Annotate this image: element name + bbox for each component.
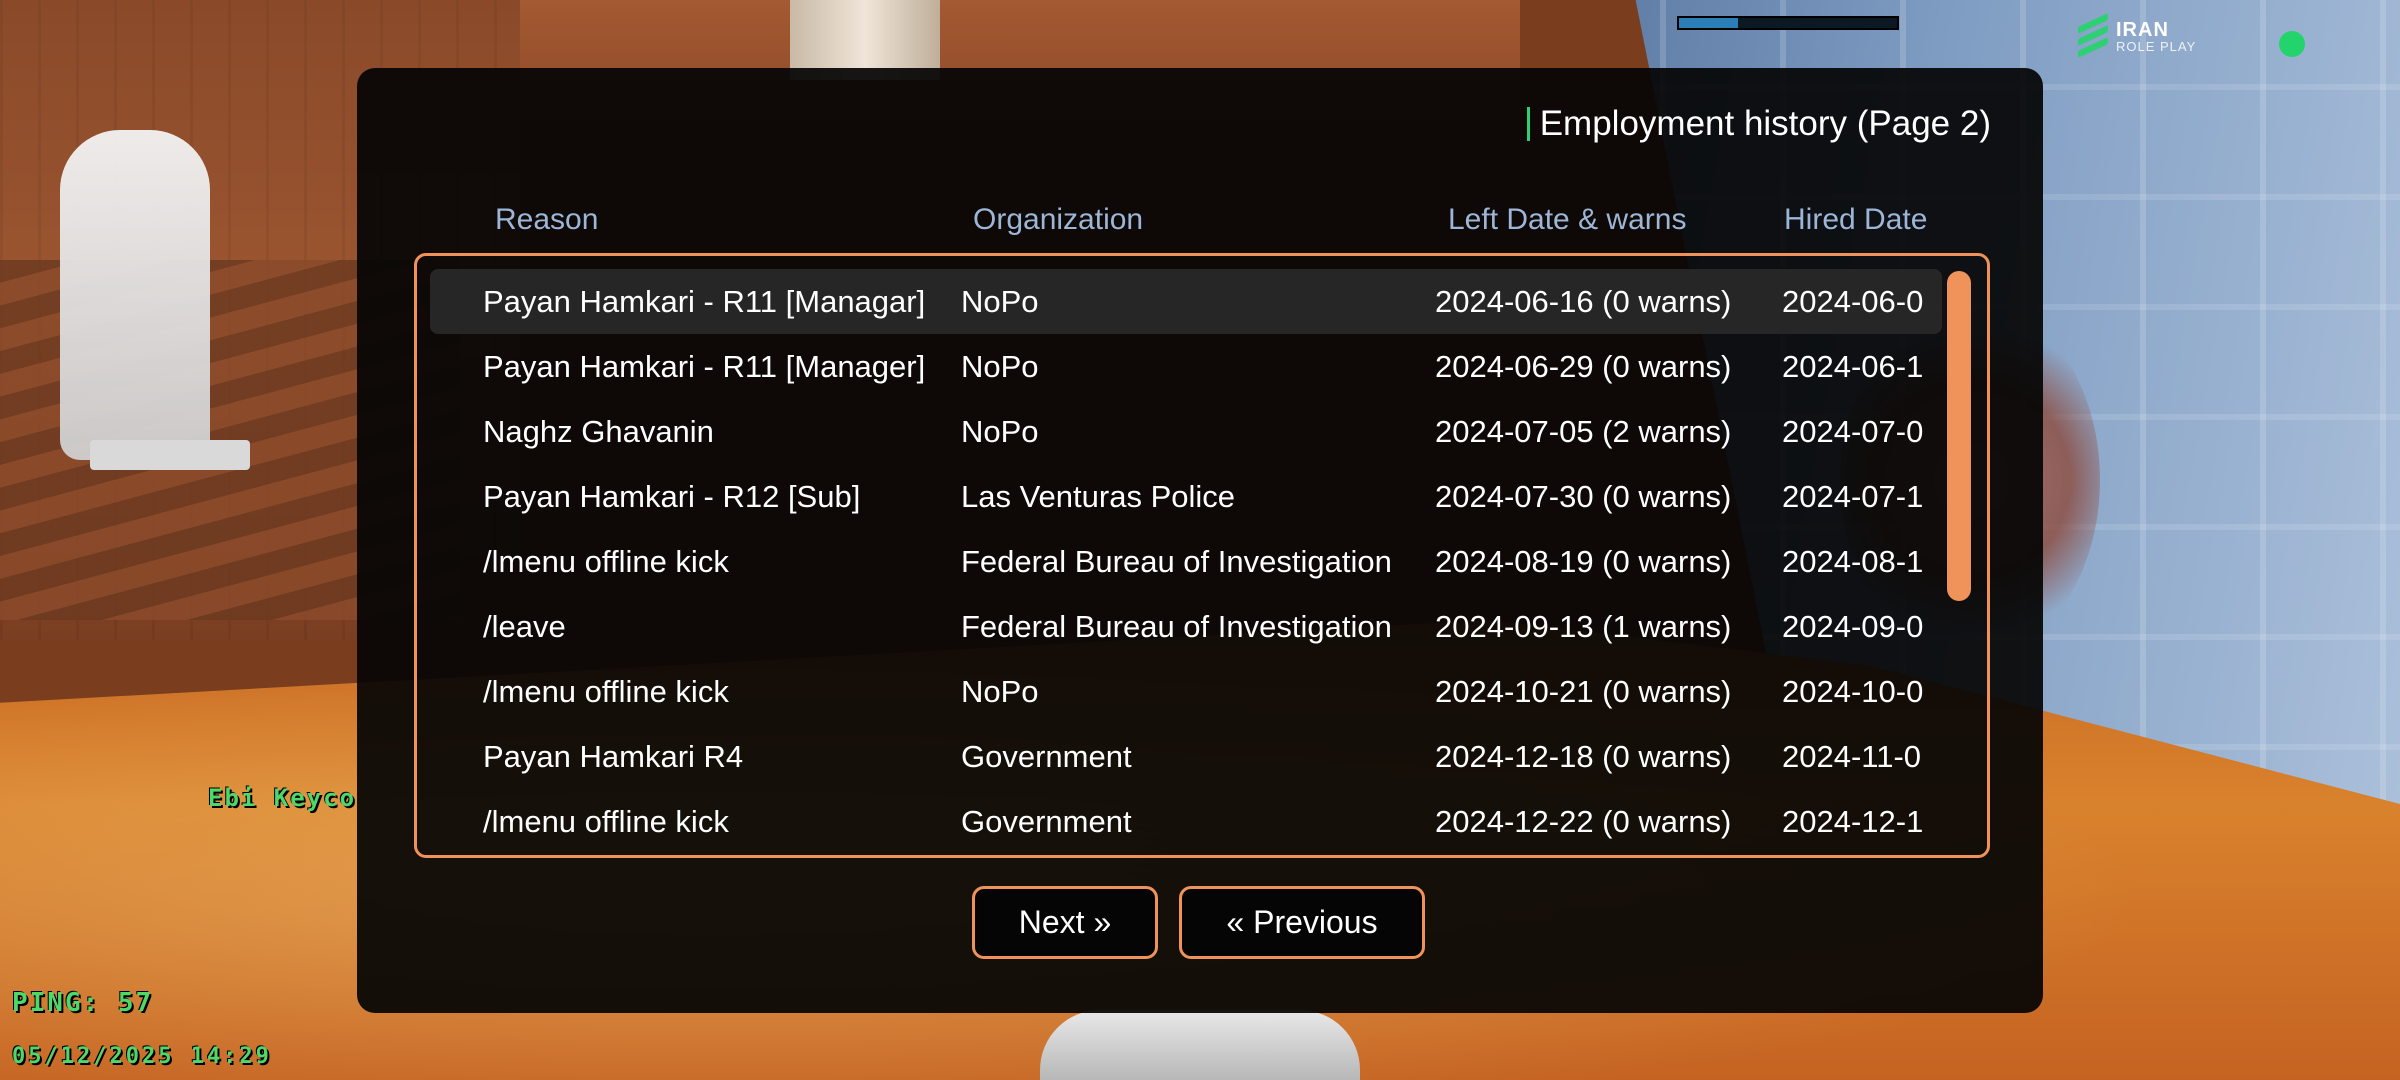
- cell-organization: Federal Bureau of Investigation: [961, 609, 1392, 644]
- logo-subtitle: ROLE PLAY: [2116, 38, 2197, 54]
- dialog-title: Employment history (Page 2): [1539, 104, 1991, 143]
- cell-reason: /leave: [483, 609, 566, 644]
- table-scrollbar[interactable]: [1947, 271, 1971, 601]
- cell-reason: Payan Hamkari R4: [483, 739, 744, 774]
- cell-reason: /lmenu offline kick: [483, 804, 729, 839]
- scene-statue: [60, 130, 210, 460]
- player-character: [1040, 1010, 1360, 1080]
- server-logo: IRAN ROLE PLAY: [2078, 13, 2197, 58]
- hud-progress-fill: [1679, 18, 1738, 28]
- cell-hired-date: 2024-12-1: [1782, 804, 1924, 839]
- ping-readout: PING: 57: [12, 988, 154, 1018]
- table-row[interactable]: Payan Hamkari - R11 [Managar] NoPo 2024-06…: [430, 269, 1942, 334]
- cell-hired-date: 2024-07-0: [1782, 414, 1924, 449]
- history-table: /lmenu offline kick Government 2024-12-22 …: [414, 253, 1990, 858]
- employment-history-dialog: Employment history (Page 2) Reason Organ…: [357, 68, 2043, 1013]
- cell-left-date: 2024-06-16 (0 warns): [1435, 284, 1732, 319]
- cell-left-date: 2024-07-05 (2 warns): [1435, 414, 1732, 449]
- cell-organization: NoPo: [961, 349, 1039, 384]
- cell-reason: Payan Hamkari - R11 [Managar]: [483, 284, 926, 319]
- table-row[interactable]: Naghz Ghavanin NoPo 2024-07-05 (2 warns) 20…: [430, 399, 1942, 464]
- date-time-readout: 05/12/2025 14:29: [12, 1044, 272, 1069]
- table-row[interactable]: /lmenu offline kick Federal Bureau of Inv…: [430, 529, 1942, 594]
- column-header-organization: Organization: [973, 203, 1144, 236]
- cell-reason: Payan Hamkari - R12 [Sub]: [483, 479, 861, 514]
- cell-left-date: 2024-12-22 (0 warns): [1435, 804, 1732, 839]
- connection-status-dot: [2279, 31, 2305, 57]
- cell-left-date: 2024-07-30 (0 warns): [1435, 479, 1732, 514]
- next-page-button[interactable]: Next »: [972, 886, 1158, 959]
- cell-hired-date: 2024-10-0: [1782, 674, 1924, 709]
- cell-hired-date: 2024-06-0: [1782, 284, 1924, 319]
- cell-left-date: 2024-08-19 (0 warns): [1435, 544, 1732, 579]
- cell-hired-date: 2024-08-1: [1782, 544, 1924, 579]
- cell-left-date: 2024-09-13 (1 warns): [1435, 609, 1732, 644]
- cell-organization: NoPo: [961, 674, 1039, 709]
- table-row[interactable]: /lmenu offline kick Government 2024-12-22 …: [430, 789, 1942, 854]
- previous-page-button[interactable]: « Previous: [1179, 886, 1425, 959]
- table-row[interactable]: Payan Hamkari - R12 [Sub] Las Venturas Po…: [430, 464, 1942, 529]
- cell-organization: Government: [961, 804, 1132, 839]
- table-row[interactable]: /leave Federal Bureau of Investigation 202…: [430, 594, 1942, 659]
- cell-organization: NoPo: [961, 284, 1039, 319]
- column-header-left-date: Left Date & warns: [1448, 203, 1687, 236]
- title-accent-bar: [1526, 107, 1530, 141]
- cell-left-date: 2024-10-21 (0 warns): [1435, 674, 1732, 709]
- cell-reason: Naghz Ghavanin: [483, 414, 714, 449]
- cell-organization: NoPo: [961, 414, 1039, 449]
- logo-icon: [2078, 13, 2108, 58]
- table-row[interactable]: Payan Hamkari - R11 [Manager] NoPo 2024-06…: [430, 334, 1942, 399]
- cell-organization: Federal Bureau of Investigation: [961, 544, 1392, 579]
- cell-organization: Government: [961, 739, 1132, 774]
- logo-title: IRAN: [2116, 18, 2169, 41]
- cell-hired-date: 2024-07-1: [1782, 479, 1924, 514]
- player-name-tag: Ebi Keyco: [208, 784, 357, 812]
- cell-reason: /lmenu offline kick: [483, 674, 729, 709]
- column-header-reason: Reason: [495, 203, 599, 236]
- cell-hired-date: 2024-06-1: [1782, 349, 1924, 384]
- cell-organization: Las Venturas Police: [961, 479, 1236, 514]
- cell-reason: Payan Hamkari - R11 [Manager]: [483, 349, 926, 384]
- hud-progress-bar: [1677, 16, 1899, 30]
- cell-reason: /lmenu offline kick: [483, 544, 729, 579]
- column-header-hired-date: Hired Date: [1784, 203, 1928, 236]
- table-row[interactable]: Payan Hamkari R4 Government 2024-12-18 (0 …: [430, 724, 1942, 789]
- cell-hired-date: 2024-11-0: [1782, 739, 1922, 774]
- table-row[interactable]: /lmenu offline kick NoPo 2024-10-21 (0 war…: [430, 659, 1942, 724]
- cell-left-date: 2024-06-29 (0 warns): [1435, 349, 1732, 384]
- cell-hired-date: 2024-09-0: [1782, 609, 1924, 644]
- scene-statue-base: [90, 440, 250, 470]
- dialog-header: Employment history (Page 2): [1526, 104, 1991, 144]
- cell-left-date: 2024-12-18 (0 warns): [1435, 739, 1732, 774]
